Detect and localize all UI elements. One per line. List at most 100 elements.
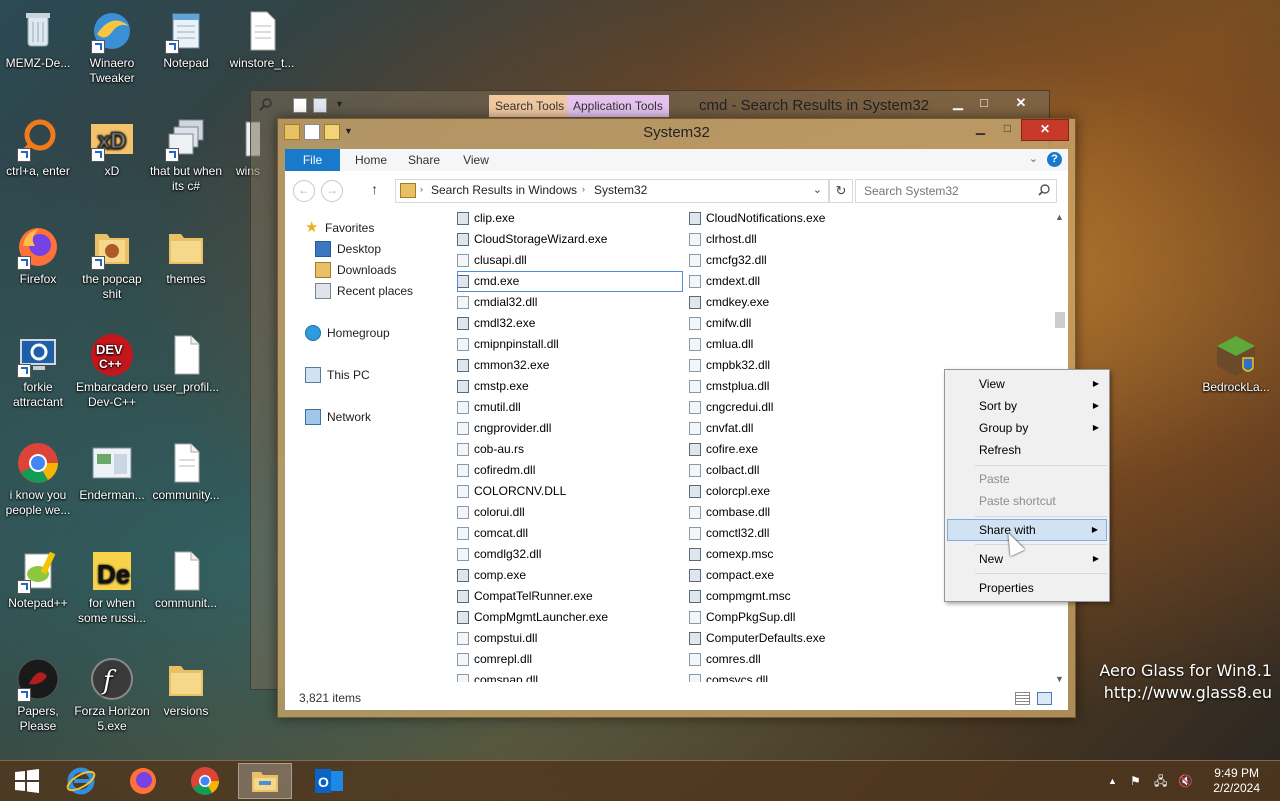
desktop-icon-community2[interactable]: communit... <box>148 548 224 611</box>
taskbar-file-explorer[interactable] <box>238 763 292 799</box>
show-hidden-icons[interactable]: ▲ <box>1108 761 1117 801</box>
desktop-icon-themes[interactable]: themes <box>148 224 224 287</box>
menu-item-sort-by[interactable]: Sort by ▶ <box>947 395 1107 417</box>
file-item[interactable]: clrhost.dll <box>689 229 909 250</box>
maximize-button[interactable]: □ <box>994 119 1021 139</box>
nav-homegroup[interactable]: Homegroup <box>305 323 390 343</box>
file-item[interactable]: cmipnpinstall.dll <box>457 334 683 355</box>
desktop-icon-devcpp[interactable]: DEV C++ Embarcadero Dev-C++ <box>74 332 150 410</box>
start-button[interactable] <box>0 763 54 799</box>
file-item[interactable]: cngcredui.dll <box>689 397 909 418</box>
file-item[interactable]: ComputerDefaults.exe <box>689 628 909 649</box>
desktop-icon-memz[interactable]: MEMZ-De... <box>0 8 76 71</box>
file-item-selected[interactable]: cmd.exe <box>457 271 683 292</box>
taskbar-firefox[interactable] <box>116 763 170 799</box>
back-maximize-button[interactable]: □ <box>973 93 995 113</box>
file-item[interactable]: cmdext.dll <box>689 271 909 292</box>
desktop-icon-forkie[interactable]: forkie attractant <box>0 332 76 410</box>
file-item[interactable]: cob-au.rs <box>457 439 683 460</box>
volume-muted-icon[interactable]: 🔇 <box>1178 761 1193 801</box>
file-item[interactable]: comrepl.dll <box>457 649 683 670</box>
address-bar[interactable]: › Search Results in Windows › System32 ⌄ <box>395 179 829 203</box>
file-item[interactable]: colorcpl.exe <box>689 481 909 502</box>
tab-view[interactable]: View <box>455 149 497 171</box>
file-item[interactable]: comexp.msc <box>689 544 909 565</box>
back-minimize-button[interactable]: ▁ <box>947 93 969 113</box>
file-item[interactable]: clip.exe <box>457 208 683 229</box>
scroll-up-icon[interactable]: ▲ <box>1055 212 1064 222</box>
file-item[interactable]: comres.dll <box>689 649 909 670</box>
desktop-icon-enderman[interactable]: Enderman... <box>74 440 150 503</box>
desktop-icon-ctrl-a[interactable]: ctrl+a, enter <box>0 116 76 179</box>
qat-properties-icon[interactable] <box>293 98 307 113</box>
nav-this-pc[interactable]: This PC <box>305 365 370 385</box>
up-arrow-icon[interactable]: ↑ <box>371 181 378 197</box>
qat-newfolder-icon[interactable] <box>313 98 327 113</box>
search-input[interactable] <box>862 181 1036 201</box>
large-icons-view-icon[interactable] <box>1037 692 1052 705</box>
taskbar-outlook[interactable]: O <box>302 763 356 799</box>
desktop-icon-winstore[interactable]: winstore_t... <box>224 8 300 71</box>
nav-favorites[interactable]: ★ Favorites <box>305 218 374 238</box>
taskbar-chrome[interactable] <box>178 763 232 799</box>
desktop-icon-community1[interactable]: community... <box>148 440 224 503</box>
desktop-icon-versions[interactable]: versions <box>148 656 224 719</box>
menu-item-new[interactable]: New ▶ <box>947 548 1107 570</box>
forward-button[interactable]: → <box>321 180 343 202</box>
search-box[interactable] <box>855 179 1057 203</box>
menu-item-group-by[interactable]: Group by ▶ <box>947 417 1107 439</box>
menu-item-share-with[interactable]: Share with ▶ <box>947 519 1107 541</box>
address-dropdown-icon[interactable]: ⌄ <box>813 183 822 196</box>
menu-item-properties[interactable]: Properties <box>947 577 1107 599</box>
nav-downloads[interactable]: Downloads <box>315 260 396 280</box>
file-item[interactable]: colorui.dll <box>457 502 683 523</box>
file-item[interactable]: cmifw.dll <box>689 313 909 334</box>
qat-dropdown-icon[interactable]: ▼ <box>335 99 344 109</box>
file-item[interactable]: cmdial32.dll <box>457 292 683 313</box>
desktop-icon-userprofile[interactable]: user_profil... <box>148 332 224 395</box>
desktop-icon-xd[interactable]: xD xD <box>74 116 150 179</box>
file-item[interactable]: cmstp.exe <box>457 376 683 397</box>
file-item[interactable]: CompPkgSup.dll <box>689 607 909 628</box>
file-item[interactable]: cmdkey.exe <box>689 292 909 313</box>
file-item[interactable]: COLORCNV.DLL <box>457 481 683 502</box>
nav-desktop[interactable]: Desktop <box>315 239 381 259</box>
menu-item-paste-shortcut[interactable]: Paste shortcut <box>947 490 1107 512</box>
file-item[interactable]: cofiredm.dll <box>457 460 683 481</box>
close-button[interactable]: ✕ <box>1021 119 1069 141</box>
file-item[interactable]: cmutil.dll <box>457 397 683 418</box>
file-item[interactable]: comsnap.dll <box>457 670 683 682</box>
file-item[interactable]: CompMgmtLauncher.exe <box>457 607 683 628</box>
file-item[interactable]: CompatTelRunner.exe <box>457 586 683 607</box>
breadcrumb-system32[interactable]: System32 <box>594 183 647 197</box>
search-icon[interactable] <box>1038 184 1050 199</box>
file-item[interactable]: cngprovider.dll <box>457 418 683 439</box>
file-item[interactable]: combase.dll <box>689 502 909 523</box>
tab-search-tools[interactable]: Search Tools <box>489 95 571 117</box>
clock[interactable]: 9:49 PM 2/2/2024 <box>1213 766 1260 796</box>
nav-network[interactable]: Network <box>305 407 371 427</box>
desktop-icon-forza[interactable]: f Forza Horizon 5.exe <box>74 656 150 734</box>
action-center-flag-icon[interactable]: ⚑ <box>1130 761 1141 801</box>
help-icon[interactable]: ? <box>1047 152 1062 167</box>
file-item[interactable]: CloudNotifications.exe <box>689 208 909 229</box>
file-item[interactable]: compmgmt.msc <box>689 586 909 607</box>
file-item[interactable]: comp.exe <box>457 565 683 586</box>
desktop-icon-bedrock[interactable]: BedrockLa... <box>1198 332 1274 395</box>
file-item[interactable]: cnvfat.dll <box>689 418 909 439</box>
file-item[interactable]: cmlua.dll <box>689 334 909 355</box>
breadcrumb-search-results[interactable]: Search Results in Windows <box>431 183 577 197</box>
details-view-icon[interactable] <box>1015 692 1030 705</box>
desktop-icon-chrome[interactable]: i know you people we... <box>0 440 76 518</box>
nav-recent-places[interactable]: Recent places <box>315 281 413 301</box>
desktop-icon-notepadpp[interactable]: Notepad++ <box>0 548 76 611</box>
back-close-button[interactable]: ✕ <box>999 93 1043 113</box>
ribbon-expand-icon[interactable]: ⌄ <box>1029 152 1038 165</box>
desktop-icon-notepad[interactable]: Notepad <box>148 8 224 71</box>
tab-share[interactable]: Share <box>401 149 447 171</box>
network-icon[interactable]: 🖧 <box>1154 761 1167 801</box>
file-item[interactable]: CloudStorageWizard.exe <box>457 229 683 250</box>
file-item[interactable]: comcat.dll <box>457 523 683 544</box>
scroll-thumb[interactable] <box>1055 312 1065 328</box>
desktop-icon-firefox[interactable]: Firefox <box>0 224 76 287</box>
